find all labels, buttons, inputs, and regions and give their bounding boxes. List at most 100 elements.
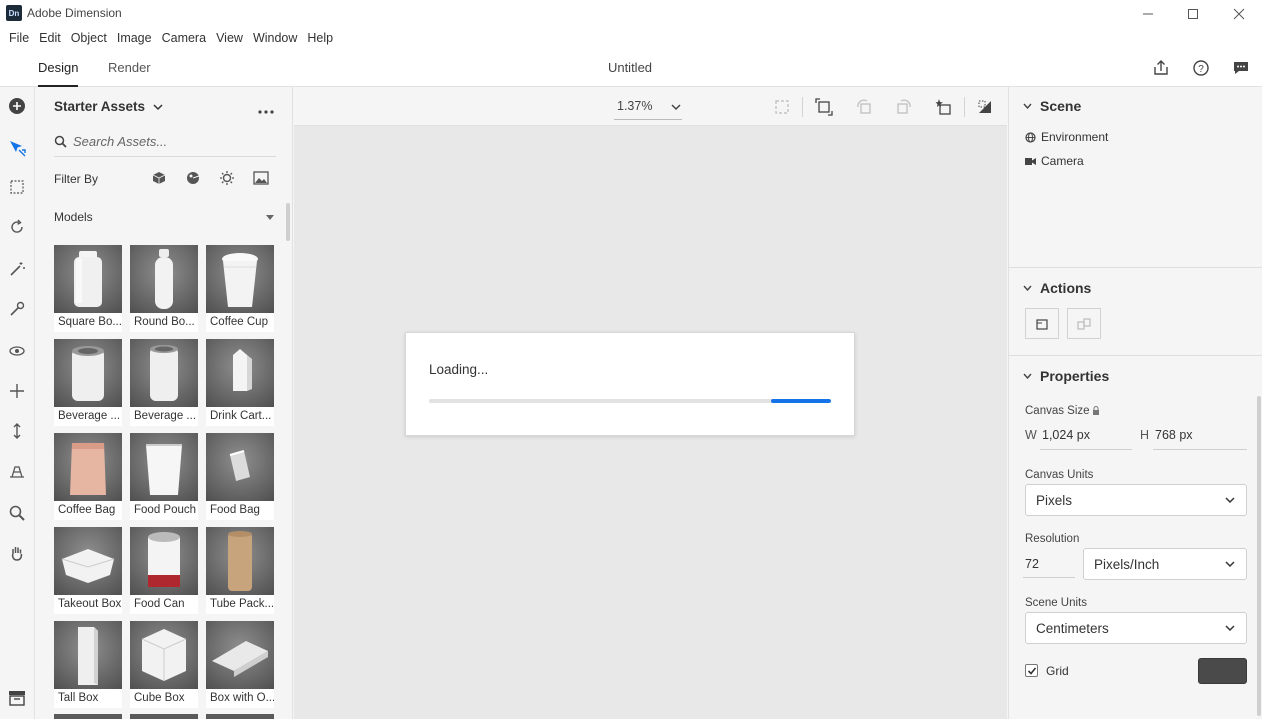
assets-scrollbar[interactable] (286, 203, 290, 241)
asset-thumbnail (130, 527, 198, 595)
grid-checkbox[interactable] (1025, 664, 1038, 677)
asset-tile[interactable]: Cube Box (130, 621, 198, 708)
add-icon[interactable] (6, 95, 28, 117)
asset-tile[interactable]: Round Bo... (130, 245, 198, 332)
magic-wand-icon[interactable] (6, 258, 28, 280)
properties-section-header[interactable]: Properties (1023, 368, 1109, 384)
asset-tile[interactable]: Tube Pack... (206, 527, 274, 614)
menu-object[interactable]: Object (66, 31, 112, 45)
zoom-underline (614, 119, 682, 120)
share-icon[interactable] (1151, 58, 1171, 78)
caret-down-icon (266, 215, 274, 220)
pan-icon[interactable] (6, 380, 28, 402)
rotate-icon[interactable] (6, 216, 28, 238)
tab-render[interactable]: Render (108, 60, 151, 75)
menu-file[interactable]: File (4, 31, 34, 45)
search-assets[interactable]: Search Assets... (54, 127, 276, 157)
resolution-unit-value: Pixels/Inch (1094, 556, 1160, 572)
marquee-icon[interactable] (6, 176, 28, 198)
menu-window[interactable]: Window (248, 31, 302, 45)
grid-color-swatch[interactable] (1198, 658, 1247, 684)
action-replace-icon[interactable] (1067, 308, 1101, 339)
width-field[interactable]: 1,024 px (1042, 428, 1090, 442)
asset-label: Beverage ... (134, 410, 197, 422)
asset-tile[interactable]: Drink Cart... (206, 339, 274, 426)
canvas-units-select[interactable]: Pixels (1025, 484, 1247, 516)
asset-tile[interactable]: Food Can (130, 527, 198, 614)
scene-units-select[interactable]: Centimeters (1025, 612, 1247, 644)
asset-tile[interactable]: Takeout Box (54, 527, 122, 614)
menu-view[interactable]: View (211, 31, 248, 45)
zoom-level[interactable]: 1.37% (617, 99, 652, 113)
filter-label: Filter By (54, 172, 99, 186)
camera-icon (1025, 157, 1036, 165)
svg-text:?: ? (1198, 64, 1204, 75)
menu-image[interactable]: Image (112, 31, 157, 45)
asset-thumbnail (54, 621, 122, 689)
asset-tile[interactable]: Square Bo... (54, 245, 122, 332)
asset-label: Takeout Box (58, 598, 122, 610)
tab-design[interactable]: Design (38, 60, 79, 87)
action-crop-icon[interactable] (1025, 308, 1059, 339)
zoom-icon[interactable] (6, 502, 28, 524)
menu-help[interactable]: Help (302, 31, 338, 45)
scene-section-header[interactable]: Scene (1023, 98, 1081, 114)
resolution-unit-select[interactable]: Pixels/Inch (1083, 548, 1247, 580)
asset-tile-partial (130, 714, 198, 719)
sample-icon[interactable] (6, 298, 28, 320)
tool-rail (0, 87, 35, 719)
canvas-units-value: Pixels (1036, 492, 1073, 508)
assets-title-label: Starter Assets (54, 99, 146, 114)
asset-tile[interactable]: Box with O... (206, 621, 274, 708)
light-filter-icon[interactable] (218, 169, 236, 187)
undo-camera-icon[interactable] (854, 97, 874, 117)
properties-title: Properties (1040, 368, 1110, 384)
asset-tile[interactable]: Tall Box (54, 621, 122, 708)
dolly-icon[interactable] (6, 420, 28, 442)
material-filter-icon[interactable] (184, 169, 202, 187)
assets-title[interactable]: Starter Assets (54, 99, 163, 114)
orbit-icon[interactable] (6, 340, 28, 362)
asset-label: Tube Pack... (210, 598, 274, 610)
loading-dialog: Loading... (405, 332, 855, 436)
minimize-icon[interactable] (1125, 0, 1171, 27)
bookmark-view-icon[interactable] (934, 97, 954, 117)
asset-thumbnail (130, 245, 198, 313)
asset-tile[interactable]: Beverage ... (54, 339, 122, 426)
fit-canvas-icon[interactable] (814, 97, 834, 117)
asset-tile[interactable]: Food Pouch (130, 433, 198, 520)
feedback-icon[interactable] (1231, 58, 1251, 78)
hand-icon[interactable] (6, 542, 28, 564)
horizon-icon[interactable] (6, 460, 28, 482)
maximize-icon[interactable] (1170, 0, 1216, 27)
models-section-header[interactable]: Models (54, 203, 276, 224)
search-input[interactable]: Search Assets... (73, 134, 167, 149)
more-options-icon[interactable] (257, 104, 275, 118)
help-icon[interactable]: ? (1191, 58, 1211, 78)
zoom-chevron-icon[interactable] (671, 104, 681, 111)
image-filter-icon[interactable] (252, 169, 270, 187)
resolution-field[interactable]: 72 (1025, 557, 1039, 571)
scene-item-environment[interactable]: Environment (1025, 130, 1108, 144)
redo-camera-icon[interactable] (894, 97, 914, 117)
canvas-viewport[interactable]: 1.37% Loading... (294, 87, 1007, 719)
panel-toggle-icon[interactable] (6, 687, 28, 709)
menu-edit[interactable]: Edit (34, 31, 66, 45)
asset-tile[interactable]: Coffee Bag (54, 433, 122, 520)
height-field[interactable]: 768 px (1155, 428, 1193, 442)
frame-selection-icon[interactable] (772, 97, 792, 117)
viewport-toolbar: 1.37% (294, 87, 1007, 126)
render-preview-icon[interactable] (975, 97, 995, 117)
close-icon[interactable] (1216, 0, 1262, 27)
model-filter-icon[interactable] (150, 169, 168, 187)
menu-camera[interactable]: Camera (157, 31, 211, 45)
actions-section-header[interactable]: Actions (1023, 280, 1091, 296)
asset-tile[interactable]: Food Bag (206, 433, 274, 520)
lock-icon[interactable] (1092, 406, 1100, 416)
scene-item-camera[interactable]: Camera (1025, 154, 1084, 168)
select-icon[interactable] (6, 137, 28, 159)
properties-scrollbar[interactable] (1257, 396, 1261, 716)
asset-tile[interactable]: Beverage ... (130, 339, 198, 426)
asset-label: Tall Box (58, 692, 99, 704)
asset-tile[interactable]: Coffee Cup (206, 245, 274, 332)
